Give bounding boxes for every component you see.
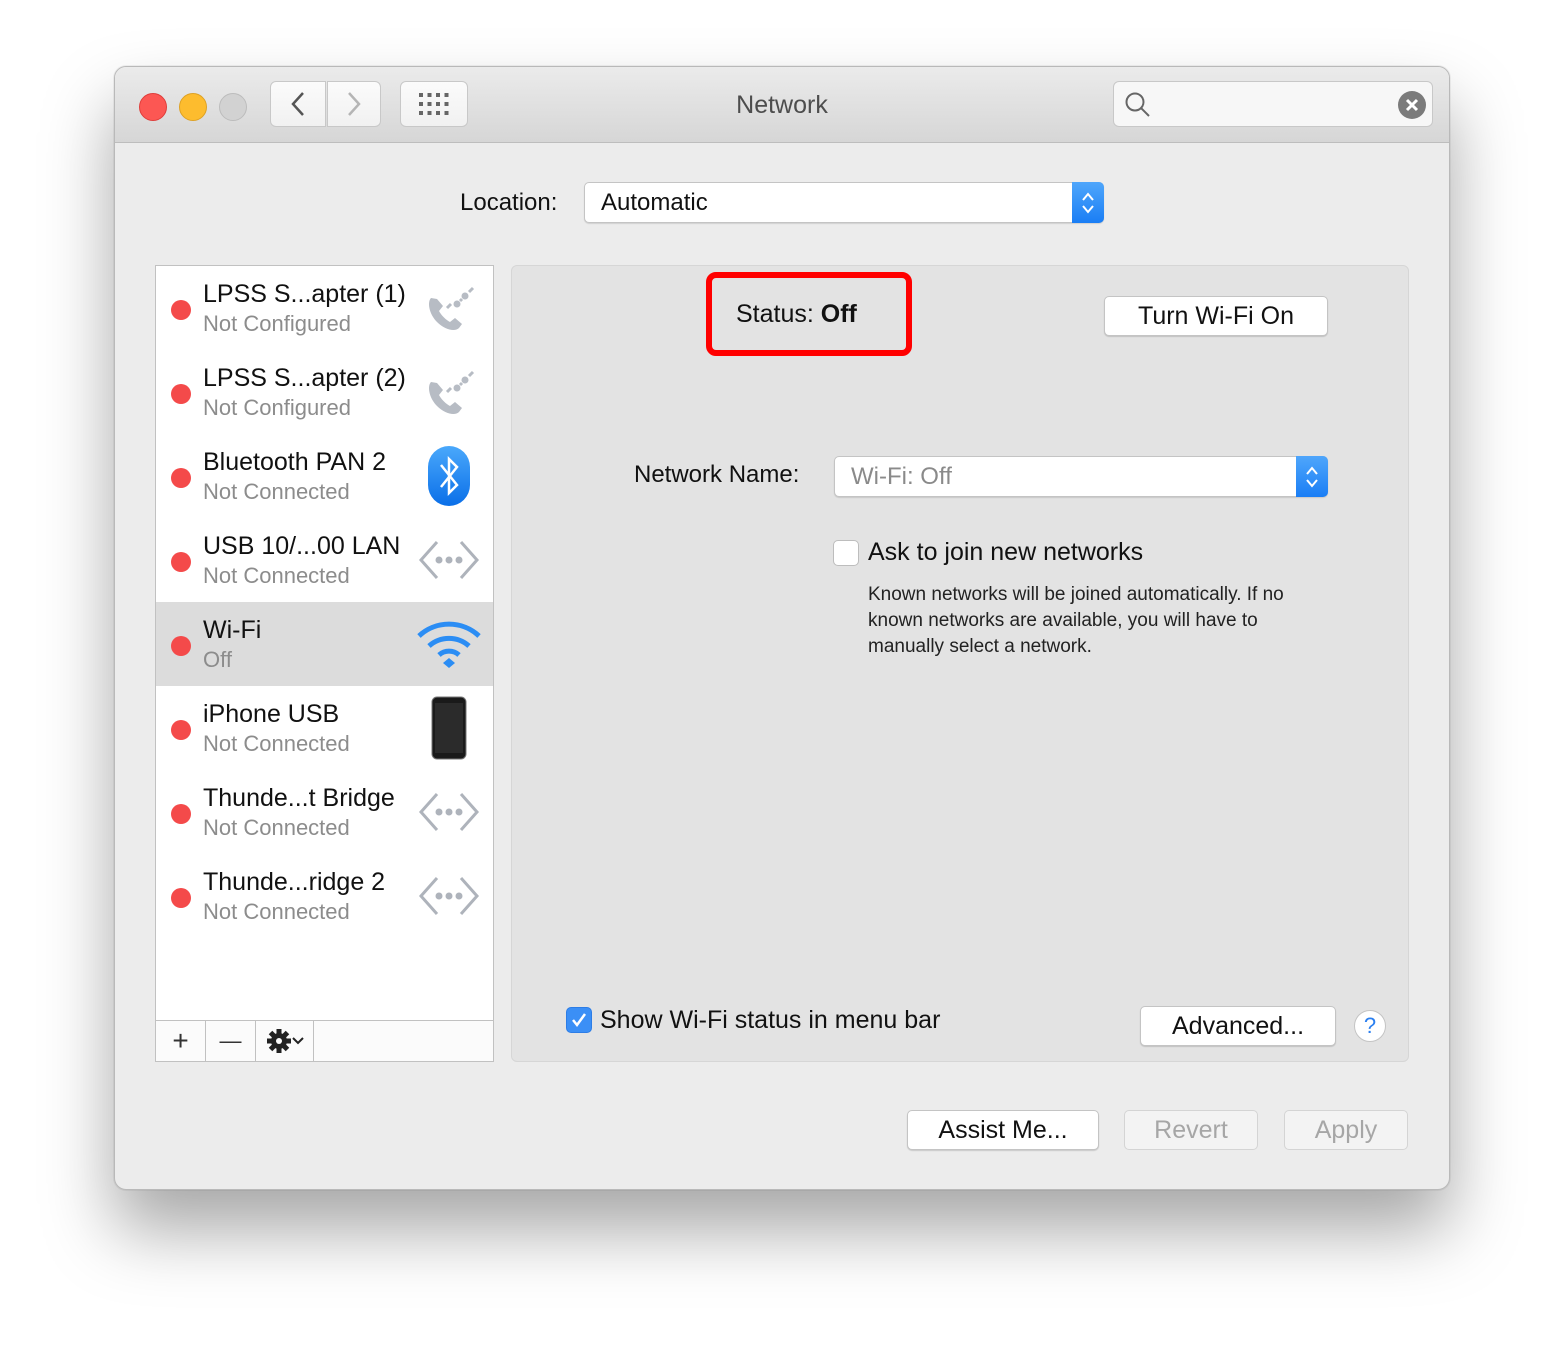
service-name: Thunde...t Bridge (203, 784, 395, 812)
status-dot (171, 804, 191, 824)
help-button[interactable]: ? (1354, 1010, 1386, 1042)
ethernet-icon (414, 526, 484, 594)
service-name: Thunde...ridge 2 (203, 868, 386, 896)
status-dot (171, 384, 191, 404)
ethernet-icon (414, 862, 484, 930)
status-dot (171, 636, 191, 656)
iphone-icon (414, 694, 484, 762)
close-icon (1405, 98, 1419, 112)
help-icon: ? (1363, 1013, 1377, 1038)
service-status: Not Connected (203, 731, 350, 756)
status-dot (171, 552, 191, 572)
status-dot (171, 300, 191, 320)
service-status: Not Connected (203, 563, 350, 588)
search-input[interactable] (1162, 88, 1396, 122)
ask-join-checkbox[interactable] (833, 540, 859, 566)
service-status: Not Connected (203, 479, 350, 504)
status-dot (171, 468, 191, 488)
service-name: USB 10/...00 LAN (203, 532, 401, 560)
service-list-toolbar: + — (156, 1020, 493, 1061)
phone-modem-icon (414, 358, 484, 426)
service-name: Bluetooth PAN 2 (203, 448, 386, 476)
ask-join-description: Known networks will be joined automatica… (868, 584, 1284, 657)
action-menu-button[interactable] (256, 1021, 314, 1061)
search-field[interactable] (1113, 81, 1433, 127)
ethernet-icon (414, 778, 484, 846)
service-status: Not Configured (203, 395, 351, 420)
assist-me-button[interactable]: Assist Me... (907, 1110, 1099, 1150)
minus-icon: — (219, 1028, 242, 1053)
network-preferences-window: Network Location: Automatic LPSS S...apt… (114, 66, 1450, 1190)
service-item[interactable]: USB 10/...00 LAN Not Connected (156, 518, 493, 602)
search-icon (1125, 92, 1150, 117)
service-item[interactable]: Wi-Fi Off (156, 602, 493, 686)
status-dot (171, 888, 191, 908)
service-name: LPSS S...apter (1) (203, 280, 406, 308)
popup-stepper-icon (1072, 182, 1104, 223)
checkmark-icon (572, 1013, 587, 1028)
turn-wifi-on-button[interactable]: Turn Wi-Fi On (1104, 296, 1328, 336)
location-value: Automatic (601, 189, 708, 216)
clear-search-button[interactable] (1398, 91, 1426, 119)
detail-panel: Status: Off Turn Wi-Fi On Network Name: … (511, 265, 1409, 1062)
show-status-checkbox[interactable] (566, 1007, 592, 1033)
network-name-label: Network Name: (634, 461, 800, 488)
service-item[interactable]: Thunde...t Bridge Not Connected (156, 770, 493, 854)
service-status: Not Connected (203, 815, 350, 840)
network-name-popup[interactable]: Wi-Fi: Off (834, 456, 1328, 497)
plus-icon: + (172, 1025, 189, 1056)
service-status: Off (203, 647, 232, 672)
phone-modem-icon (414, 274, 484, 342)
wifi-icon (414, 610, 484, 678)
service-item[interactable]: LPSS S...apter (1) Not Configured (156, 266, 493, 350)
service-item[interactable]: Thunde...ridge 2 Not Connected (156, 854, 493, 938)
revert-button[interactable]: Revert (1124, 1110, 1258, 1150)
service-name: iPhone USB (203, 700, 340, 728)
service-item[interactable]: Bluetooth PAN 2 Not Connected (156, 434, 493, 518)
status-label: Status: (736, 300, 814, 328)
show-status-label: Show Wi-Fi status in menu bar (600, 1006, 941, 1034)
bluetooth-icon (414, 442, 484, 510)
network-name-value: Wi-Fi: Off (851, 463, 952, 490)
advanced-button[interactable]: Advanced... (1140, 1006, 1336, 1046)
service-name: Wi-Fi (203, 616, 262, 644)
service-item[interactable]: iPhone USB Not Connected (156, 686, 493, 770)
apply-button[interactable]: Apply (1284, 1110, 1408, 1150)
location-popup[interactable]: Automatic (584, 182, 1104, 223)
service-name: LPSS S...apter (2) (203, 364, 406, 392)
ask-join-label: Ask to join new networks (868, 538, 1144, 566)
title-bar: Network (115, 67, 1449, 143)
status-dot (171, 720, 191, 740)
status-value: Off (820, 300, 857, 328)
service-list: LPSS S...apter (1) Not Configured LPSS S..… (155, 265, 494, 1062)
service-status: Not Connected (203, 899, 350, 924)
add-service-button[interactable]: + (156, 1021, 206, 1061)
service-item[interactable]: LPSS S...apter (2) Not Configured (156, 350, 493, 434)
service-status: Not Configured (203, 311, 351, 336)
popup-stepper-icon (1296, 456, 1328, 497)
status-readout: Status: Off (736, 300, 857, 329)
gear-icon (266, 1029, 291, 1053)
remove-service-button[interactable]: — (206, 1021, 256, 1061)
location-label: Location: (460, 189, 558, 216)
chevron-down-icon (291, 1037, 304, 1045)
